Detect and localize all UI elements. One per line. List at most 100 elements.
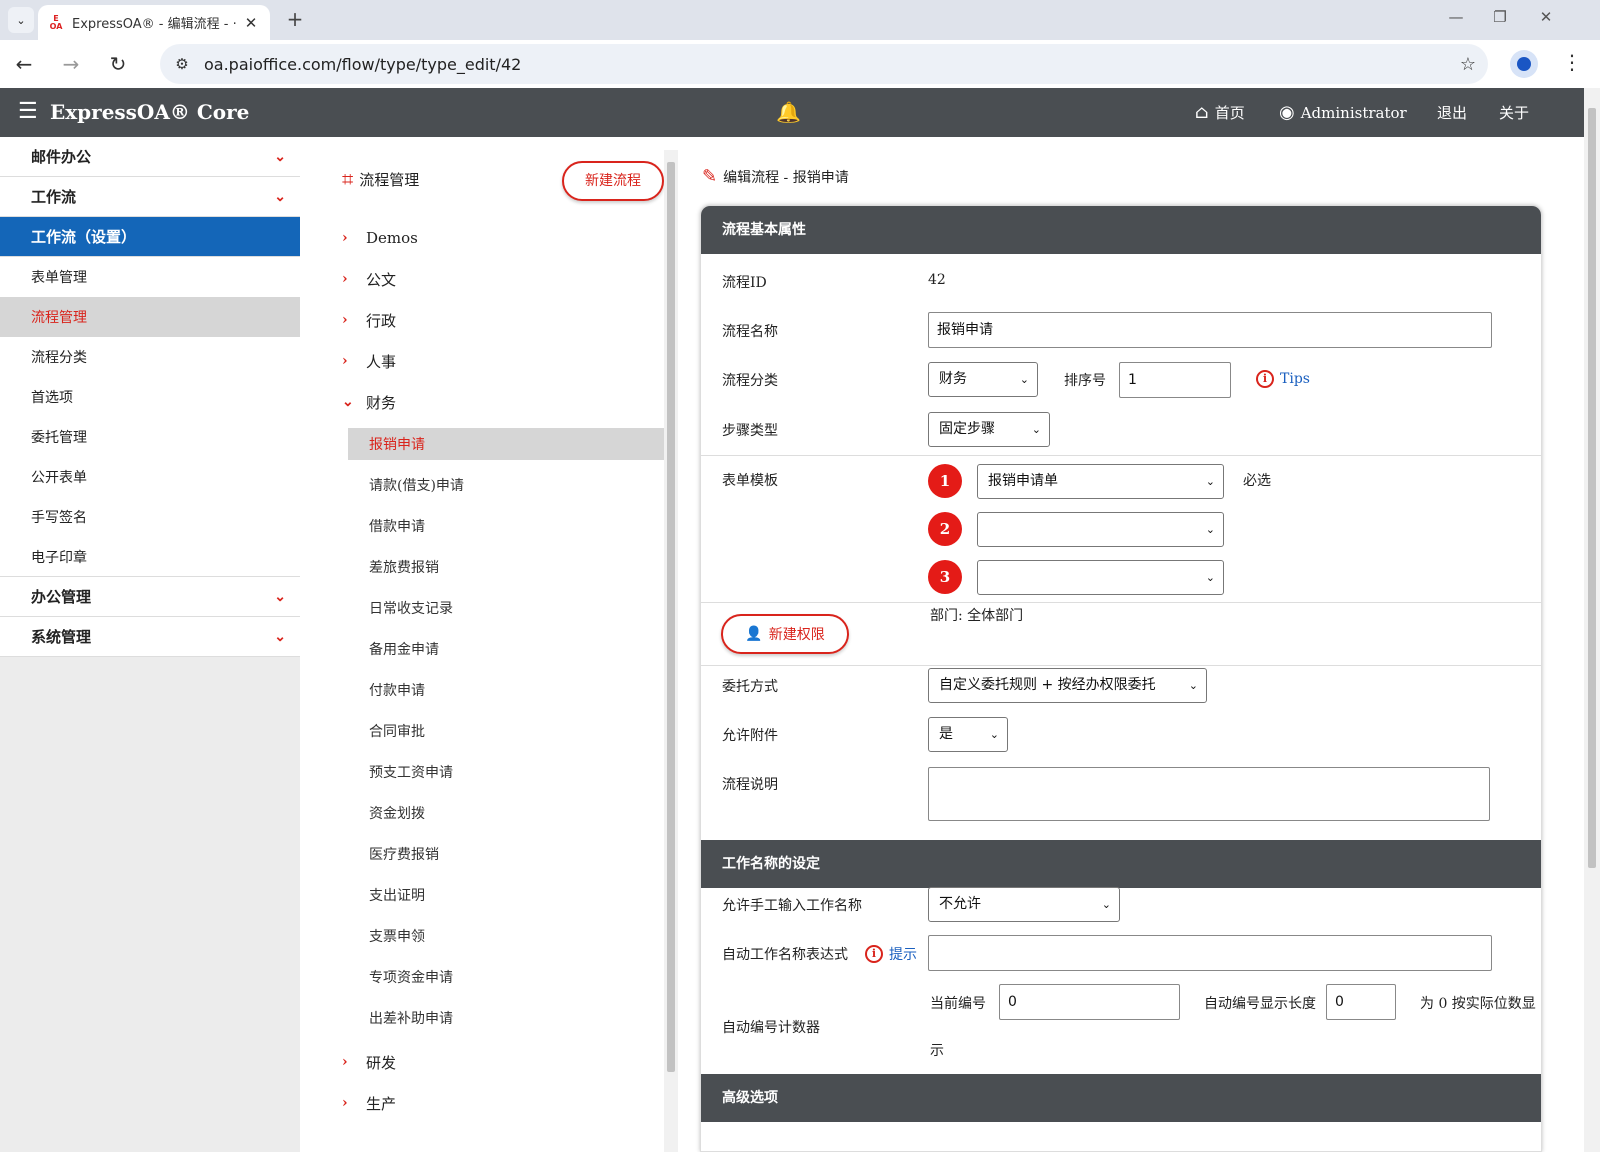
hint-link[interactable]: i 提示 [865, 944, 917, 964]
tree-leaf[interactable]: 出差补助申请 [348, 1002, 666, 1034]
sidebar-menu: 邮件办公 ⌄ 工作流 ⌄ 工作流（设置） 表单管理 流程管理 流程分类 首选项 … [0, 137, 300, 657]
tree-node-rnd[interactable]: › 研发 [342, 1047, 396, 1077]
sidebar-item-flow-manage[interactable]: 流程管理 [0, 297, 300, 337]
category-select[interactable]: 财务 ⌄ [928, 362, 1038, 397]
nav-user[interactable]: ◉ Administrator [1279, 102, 1407, 123]
sidebar-item-flow-category[interactable]: 流程分类 [0, 337, 300, 377]
category-label: 流程分类 [722, 373, 778, 389]
sidebar-group-system[interactable]: 系统管理 ⌄ [0, 617, 300, 657]
close-tab-icon[interactable]: ✕ [242, 14, 260, 32]
form-template-label: 表单模板 [722, 473, 778, 489]
url-text[interactable]: oa.paioffice.com/flow/type/type_edit/42 [204, 55, 1448, 74]
tree-leaf[interactable]: 合同审批 [348, 715, 666, 747]
step-type-select[interactable]: 固定步骤 ⌄ [928, 412, 1050, 447]
tree-leaf[interactable]: 专项资金申请 [348, 961, 666, 993]
notification-bell-icon[interactable]: 🔔 [776, 100, 801, 124]
bookmark-star-icon[interactable]: ☆ [1448, 54, 1488, 75]
back-icon[interactable]: ← [10, 50, 38, 78]
sidebar-item-form-manage[interactable]: 表单管理 [0, 257, 300, 297]
new-flow-button[interactable]: 新建流程 [562, 161, 664, 201]
delegate-label: 委托方式 [722, 679, 778, 695]
current-no-input[interactable]: 0 [999, 984, 1180, 1020]
tree-leaf[interactable]: 报销申请 [348, 428, 666, 460]
attach-select[interactable]: 是 ⌄ [928, 717, 1008, 752]
forward-icon[interactable]: → [57, 50, 85, 78]
disp-len-input[interactable]: 0 [1326, 984, 1396, 1020]
nav-user-label: Administrator [1300, 103, 1407, 122]
sidebar-item-preferences[interactable]: 首选项 [0, 377, 300, 417]
tree-node-admin[interactable]: › 行政 [342, 305, 396, 335]
app-brand[interactable]: ExpressOA® Core [50, 100, 249, 124]
order-input[interactable]: 1 [1119, 362, 1231, 398]
tree-leaf[interactable]: 借款申请 [348, 510, 666, 542]
nav-about[interactable]: 关于 [1499, 102, 1529, 123]
browser-menu-icon[interactable]: ⋮ [1562, 50, 1582, 74]
reload-icon[interactable]: ↻ [104, 50, 132, 78]
auto-expr-input[interactable] [928, 935, 1492, 971]
flow-name-input[interactable]: 报销申请 [928, 312, 1492, 348]
section-advanced-header: 高级选项 [701, 1074, 1541, 1122]
tree-leaf[interactable]: 付款申请 [348, 674, 666, 706]
sidebar-item-public-form[interactable]: 公开表单 [0, 457, 300, 497]
tree-node-label: 研发 [366, 1053, 397, 1072]
tree-node-finance[interactable]: ⌄ 财务 [342, 387, 396, 417]
form-template-3-select[interactable]: ⌄ [977, 560, 1224, 595]
page-scrollbar[interactable] [1584, 88, 1600, 1152]
sidebar-group-workflow[interactable]: 工作流 ⌄ [0, 177, 300, 217]
restore-icon[interactable]: ❐ [1490, 8, 1510, 26]
tree-node-demos[interactable]: › Demos [342, 223, 418, 253]
site-info-icon[interactable]: ⚙ [160, 55, 204, 73]
tree-node-document[interactable]: › 公文 [342, 264, 396, 294]
tree-leaf[interactable]: 支票申领 [348, 920, 666, 952]
flow-id-value: 42 [928, 272, 946, 288]
chevron-down-icon: ⌄ [1188, 679, 1198, 692]
browser-tab[interactable]: E OA ExpressOA® - 编辑流程 - ‧ ✕ [38, 5, 270, 40]
tree-scrollbar[interactable] [664, 150, 678, 1152]
sidebar-group-workflow-settings[interactable]: 工作流（设置） [0, 217, 300, 257]
chevron-down-icon: ⌄ [274, 188, 286, 205]
tree-leaf[interactable]: 备用金申请 [348, 633, 666, 665]
form-template-1-select[interactable]: 报销申请单 ⌄ [977, 464, 1224, 499]
sidebar-item-signature[interactable]: 手写签名 [0, 497, 300, 537]
tree-node-hr[interactable]: › 人事 [342, 346, 396, 376]
tree-leaf[interactable]: 医疗费报销 [348, 838, 666, 870]
tree-leaf[interactable]: 支出证明 [348, 879, 666, 911]
chevron-down-icon: ⌄ [1031, 423, 1041, 436]
nav-logout[interactable]: 退出 [1437, 102, 1467, 123]
tab-list-dropdown-icon[interactable]: ⌄ [8, 7, 34, 33]
new-permission-button[interactable]: 👤 新建权限 [721, 614, 849, 654]
minimize-icon[interactable]: — [1446, 8, 1466, 26]
tree-leaf[interactable]: 日常收支记录 [348, 592, 666, 624]
section-basic-header: 流程基本属性 [701, 206, 1541, 254]
new-tab-icon[interactable]: + [283, 8, 307, 32]
badge-2: 2 [928, 512, 962, 546]
manual-name-select[interactable]: 不允许 ⌄ [928, 887, 1120, 922]
tree-leaf[interactable]: 差旅费报销 [348, 551, 666, 583]
page-scrollbar-thumb[interactable] [1588, 108, 1596, 868]
tree-leaf[interactable]: 资金划拨 [348, 797, 666, 829]
sidebar-group-label: 邮件办公 [31, 148, 92, 166]
section-work-name-header: 工作名称的设定 [701, 840, 1541, 888]
sidebar-group-office[interactable]: 办公管理 ⌄ [0, 577, 300, 617]
chevron-right-icon: › [342, 1095, 348, 1111]
tree-leaf[interactable]: 预支工资申请 [348, 756, 666, 788]
url-field[interactable]: ⚙ oa.paioffice.com/flow/type/type_edit/4… [160, 44, 1488, 84]
sidebar-item-seal[interactable]: 电子印章 [0, 537, 300, 577]
hamburger-menu-icon[interactable]: ☰ [18, 101, 38, 123]
tree-leaf[interactable]: 请款(借支)申请 [348, 469, 666, 501]
profile-avatar-icon[interactable] [1510, 50, 1538, 78]
tree-node-label: 生产 [366, 1094, 397, 1113]
form-template-2-select[interactable]: ⌄ [977, 512, 1224, 547]
sidebar-item-delegate[interactable]: 委托管理 [0, 417, 300, 457]
chevron-right-icon: › [342, 312, 348, 328]
tips-link[interactable]: i Tips [1256, 370, 1310, 388]
tree-node-production[interactable]: › 生产 [342, 1088, 396, 1118]
close-window-icon[interactable]: ✕ [1536, 8, 1556, 26]
zero-note: 为 0 按实际位数显 [1420, 996, 1536, 1012]
page-title-text: 编辑流程 - 报销申请 [723, 169, 849, 186]
nav-home[interactable]: ⌂ 首页 [1195, 102, 1245, 123]
delegate-select[interactable]: 自定义委托规则 + 按经办权限委托 ⌄ [928, 668, 1207, 703]
sidebar-group-mail[interactable]: 邮件办公 ⌄ [0, 137, 300, 177]
tree-scrollbar-thumb[interactable] [667, 162, 675, 1072]
description-textarea[interactable] [928, 767, 1490, 821]
